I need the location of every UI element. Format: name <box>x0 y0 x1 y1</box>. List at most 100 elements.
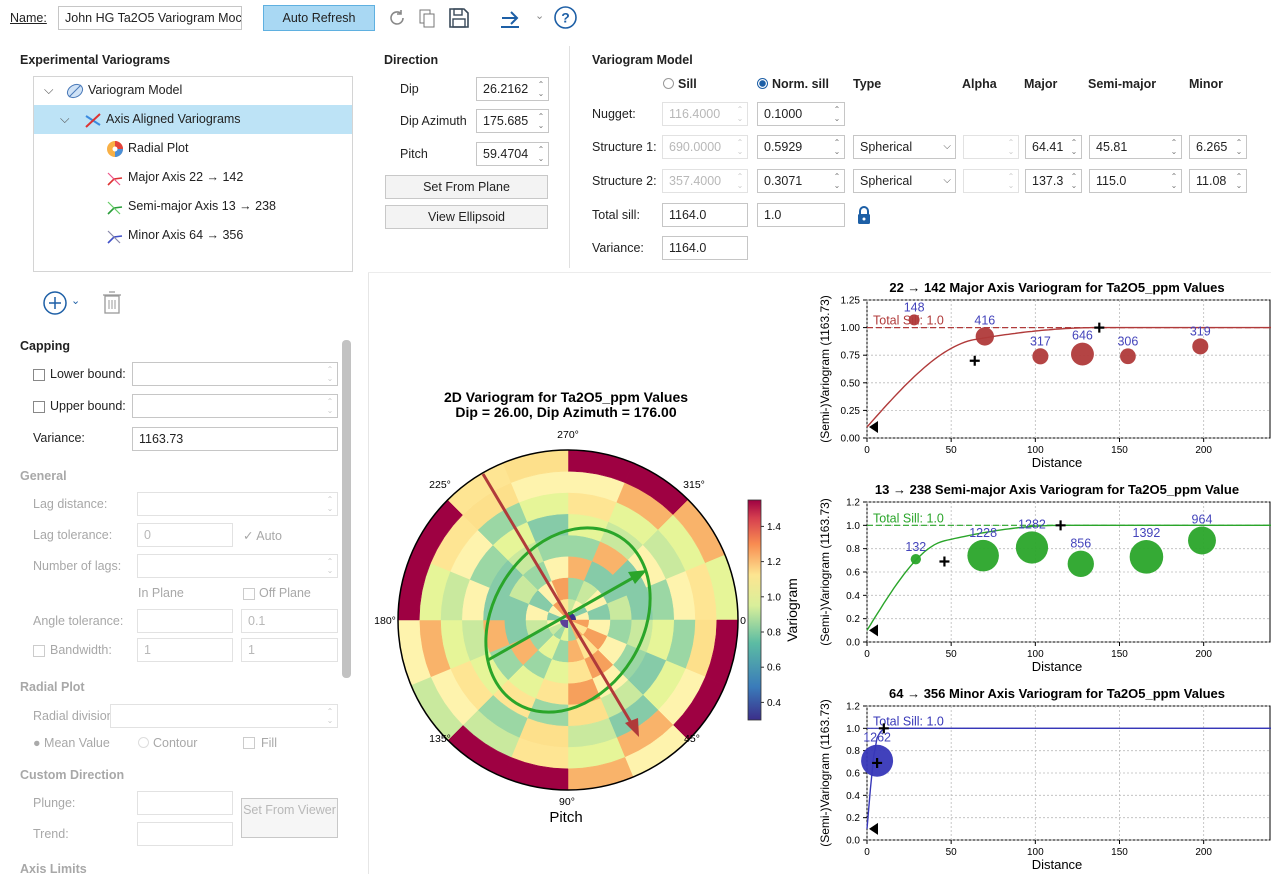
s1-minor-input[interactable]: 6.265 ⌃ ⌄ <box>1189 135 1247 159</box>
s2-norm-input[interactable]: 0.3071 ⌃ ⌄ <box>757 169 845 193</box>
bandwidth-checkbox[interactable] <box>33 645 45 657</box>
copy-icon[interactable] <box>416 7 438 29</box>
s1-type-select[interactable]: Spherical ⌵ <box>853 135 956 159</box>
sill-radio[interactable]: Sill <box>663 77 697 91</box>
help-icon[interactable]: ? <box>553 5 578 30</box>
tree-item-label: Axis Aligned Variograms <box>106 112 241 126</box>
s2-sill-input[interactable]: 357.4000 ⌃ ⌄ <box>662 169 748 193</box>
radial-divisions-input[interactable]: ⌃ ⌄ <box>110 704 338 728</box>
point-count-label: 856 <box>1070 537 1091 551</box>
tree-item-semimajor-axis[interactable]: Semi-major Axis 13 → 238 <box>34 192 352 221</box>
x-tick-label: 50 <box>946 649 958 660</box>
general-header: General <box>20 469 67 483</box>
tree-item-radial-plot[interactable]: Radial Plot <box>34 134 352 163</box>
upper-bound-checkbox[interactable] <box>33 401 45 413</box>
y-tick-label: 0.4 <box>846 791 860 802</box>
lock-icon[interactable] <box>856 205 872 225</box>
variogram-model-header: Variogram Model <box>592 53 693 67</box>
auto-refresh-button[interactable]: Auto Refresh <box>263 5 375 31</box>
export-dropdown-icon[interactable]: ⌄ <box>535 9 544 22</box>
major-axis-chart: 22 → 142 Major Axis Variogram for Ta2O5_… <box>818 280 1271 470</box>
angle-tolerance-off-input[interactable]: 0.1 <box>241 609 338 633</box>
pitch-input[interactable]: 59.4704 ⌃ ⌄ <box>476 142 549 166</box>
toolbar: Name: John HG Ta2O5 Variogram Moc Auto R… <box>0 0 1271 36</box>
point-count-label: 148 <box>904 300 925 314</box>
off-plane-checkbox[interactable] <box>243 588 255 600</box>
in-plane-label: In Plane <box>138 586 184 600</box>
settings-scrollbar[interactable] <box>342 340 351 678</box>
s1-sill-input[interactable]: 690.0000 ⌃ ⌄ <box>662 135 748 159</box>
add-dropdown-icon[interactable]: ⌄ <box>71 294 80 307</box>
x-tick-label: 0 <box>864 445 870 456</box>
y-tick-label: 0.8 <box>846 746 860 757</box>
contour-radio[interactable]: Contour <box>138 736 197 750</box>
x-tick-label: 50 <box>946 847 958 858</box>
data-point <box>975 327 995 346</box>
y-tick-label: 0.25 <box>841 406 861 417</box>
semimajor-axis-icon <box>107 201 123 215</box>
lag-tolerance-input[interactable]: 0 <box>137 523 233 547</box>
bandwidth-in-input[interactable]: 1 <box>137 638 233 662</box>
view-ellipsoid-button[interactable]: View Ellipsoid <box>385 205 548 229</box>
s1-semimajor-input[interactable]: 45.81 ⌃ ⌄ <box>1089 135 1182 159</box>
capping-variance-field: 1163.73 <box>132 427 338 451</box>
auto-checkbox[interactable]: ✓ Auto <box>243 528 282 543</box>
tree-item-minor-axis[interactable]: Minor Axis 64 → 356 <box>34 221 352 250</box>
save-icon[interactable] <box>447 6 471 30</box>
s2-alpha-input[interactable]: ⌃ ⌄ <box>963 169 1019 193</box>
nugget-sill-input[interactable]: 116.4000 ⌃ ⌄ <box>662 102 748 126</box>
set-from-plane-button[interactable]: Set From Plane <box>385 175 548 199</box>
angle-tolerance-in-input[interactable] <box>137 609 233 633</box>
angle-tolerance-label: Angle tolerance: <box>33 614 124 628</box>
upper-bound-input[interactable]: ⌃ ⌄ <box>132 394 338 418</box>
s1-norm-input[interactable]: 0.5929 ⌃ ⌄ <box>757 135 845 159</box>
upper-bound-label: Upper bound: <box>50 399 126 413</box>
tree-item-label: Semi-major Axis 13 → 238 <box>128 199 276 213</box>
bandwidth-off-input[interactable]: 1 <box>241 638 338 662</box>
export-icon[interactable] <box>498 6 524 30</box>
s1-major-input[interactable]: 64.41 ⌃ ⌄ <box>1025 135 1082 159</box>
minor-axis-chart: 64 → 356 Minor Axis Variogram for Ta2O5_… <box>818 686 1271 872</box>
chevron-down-icon[interactable]: ⌵ <box>44 76 53 105</box>
fill-checkbox[interactable] <box>243 737 255 749</box>
auto-label: Auto <box>256 529 282 543</box>
lower-bound-checkbox[interactable] <box>33 369 45 381</box>
refresh-icon[interactable] <box>386 7 408 29</box>
dip-input[interactable]: 26.2162 ⌃ ⌄ <box>476 77 549 101</box>
trend-input[interactable] <box>137 822 233 846</box>
mean-value-radio[interactable]: ● Mean Value <box>33 736 110 750</box>
s2-type-select[interactable]: Spherical ⌵ <box>853 169 956 193</box>
norm-sill-radio[interactable]: Norm. sill <box>757 77 829 91</box>
nugget-norm-input[interactable]: 0.1000 ⌃ ⌄ <box>757 102 845 126</box>
name-input[interactable]: John HG Ta2O5 Variogram Moc <box>58 6 242 30</box>
s2-semimajor-input[interactable]: 115.0 ⌃ ⌄ <box>1089 169 1182 193</box>
s2-minor-input[interactable]: 11.08 ⌃ ⌄ <box>1189 169 1247 193</box>
y-tick-label: 0.8 <box>846 544 860 555</box>
capping-header: Capping <box>20 339 70 353</box>
data-point <box>1188 526 1216 555</box>
data-point <box>1120 348 1136 365</box>
tree-item-axis-aligned[interactable]: ⌵ Axis Aligned Variograms <box>34 105 352 134</box>
point-count-label: 416 <box>974 313 995 327</box>
number-of-lags-input[interactable]: ⌃ ⌄ <box>137 554 338 578</box>
plunge-input[interactable] <box>137 791 233 815</box>
major-axis-icon <box>107 172 123 186</box>
add-icon[interactable] <box>42 290 68 316</box>
delete-icon[interactable] <box>101 290 123 316</box>
s1-alpha-input[interactable]: ⌃ ⌄ <box>963 135 1019 159</box>
chevron-down-icon[interactable]: ⌵ <box>60 105 69 134</box>
tree-item-major-axis[interactable]: Major Axis 22 → 142 <box>34 163 352 192</box>
minor-column-header: Minor <box>1189 77 1224 91</box>
lower-bound-input[interactable]: ⌃ ⌄ <box>132 362 338 386</box>
x-tick-label: 150 <box>1111 649 1128 660</box>
y-tick-label: 1.0 <box>846 724 860 735</box>
experimental-variograms-header: Experimental Variograms <box>20 53 171 67</box>
angle-label-0: 0 <box>740 615 746 627</box>
set-from-viewer-button[interactable]: Set From Viewer <box>241 798 338 838</box>
data-point <box>910 553 921 565</box>
dip-azimuth-input[interactable]: 175.685 ⌃ ⌄ <box>476 109 549 133</box>
dip-label: Dip <box>400 82 419 96</box>
tree-item-variogram-model[interactable]: ⌵ Variogram Model <box>34 76 352 105</box>
s2-major-input[interactable]: 137.3 ⌃ ⌄ <box>1025 169 1082 193</box>
lag-distance-input[interactable]: ⌃ ⌄ <box>137 492 338 516</box>
